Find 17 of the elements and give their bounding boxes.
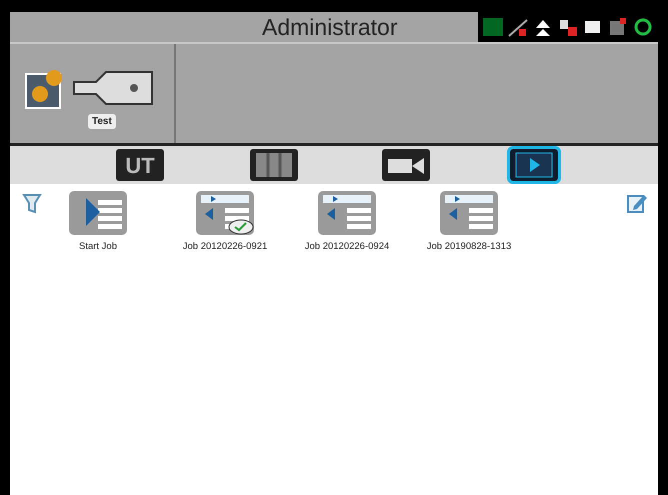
job-button[interactable]: Start Job [66, 190, 130, 254]
job-button[interactable]: Job 20190828-1313 [408, 190, 530, 254]
refresh-icon [632, 16, 654, 38]
tab[interactable]: UT [116, 149, 164, 181]
profile-label: Test [88, 114, 116, 129]
job-button[interactable]: Job 20120226-0921 [164, 190, 286, 254]
edit-icon[interactable] [626, 192, 648, 214]
tab[interactable] [510, 149, 558, 181]
window-title: Administrator [262, 12, 398, 42]
job-button[interactable]: Job 20120226-0924 [286, 190, 408, 254]
job-label: Job 20120226-0921 [182, 240, 268, 254]
job-label: Job 20120226-0924 [304, 240, 390, 254]
tab[interactable] [382, 149, 430, 181]
job-label: Job 20190828-1313 [426, 240, 512, 254]
job-label: Start Job [78, 240, 118, 254]
filter-icon[interactable] [22, 192, 42, 214]
device-icon [607, 16, 629, 38]
